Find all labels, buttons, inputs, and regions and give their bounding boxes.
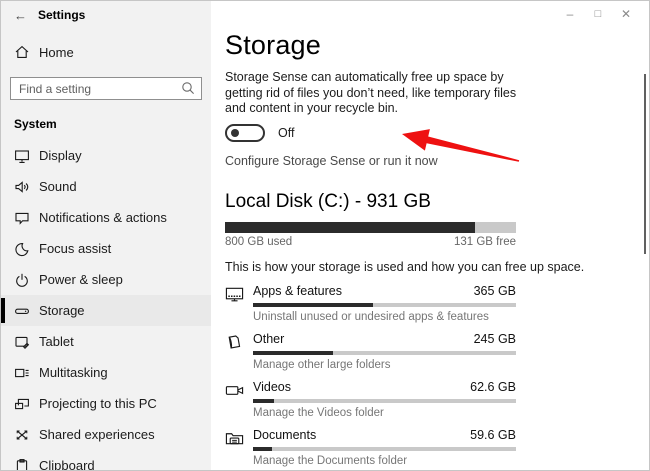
storage-sense-toggle[interactable] (225, 124, 265, 142)
category-row-apps-features[interactable]: Apps & features 365 GB Uninstall unused … (225, 284, 649, 324)
category-size: 245 GB (474, 332, 516, 347)
scrollbar-thumb[interactable] (644, 74, 646, 254)
category-bar (253, 399, 516, 403)
configure-storage-sense-link[interactable]: Configure Storage Sense or run it now (225, 154, 438, 168)
clipboard-icon (14, 458, 30, 471)
close-button[interactable]: ✕ (612, 6, 640, 22)
home-icon (14, 44, 30, 60)
toggle-knob (231, 129, 239, 137)
sidebar-item-home[interactable]: Home (1, 37, 211, 67)
sidebar-item-display[interactable]: Display (1, 140, 211, 171)
maximize-button[interactable]: □ (584, 6, 612, 22)
category-size: 62.6 GB (470, 380, 516, 395)
disk-usage-bar (225, 222, 516, 233)
settings-window: ← Settings Home System (0, 0, 650, 471)
sidebar-item-clipboard[interactable]: Clipboard (1, 450, 211, 471)
sidebar-item-shared-experiences[interactable]: Shared experiences (1, 419, 211, 450)
category-label: Videos (253, 380, 291, 395)
minimize-button[interactable]: – (556, 6, 584, 22)
back-icon[interactable]: ← (14, 8, 38, 23)
sidebar-nav: Display Sound Notifications & actions (1, 140, 211, 471)
category-bar (253, 447, 516, 451)
sidebar-item-tablet[interactable]: Tablet (1, 326, 211, 357)
category-bar (253, 303, 516, 307)
sound-icon (14, 179, 30, 195)
projecting-icon (14, 396, 30, 412)
sidebar-item-projecting[interactable]: Projecting to this PC (1, 388, 211, 419)
page-title: Storage (225, 29, 649, 61)
disk-heading: Local Disk (C:) - 931 GB (225, 189, 649, 214)
usage-intro-text: This is how your storage is used and how… (225, 260, 649, 274)
storage-sense-toggle-row: Off (225, 124, 649, 142)
search-box (10, 77, 202, 100)
search-icon (181, 81, 195, 95)
category-row-videos[interactable]: Videos 62.6 GB Manage the Videos folder (225, 380, 649, 420)
sidebar-item-power-sleep[interactable]: Power & sleep (1, 264, 211, 295)
category-label: Other (253, 332, 284, 347)
category-label: Documents (253, 428, 316, 443)
category-size: 59.6 GB (470, 428, 516, 443)
window-title: Settings (38, 8, 85, 22)
window-controls: – □ ✕ (556, 6, 640, 22)
video-camera-icon (225, 380, 246, 420)
disk-usage-labels: 800 GB used 131 GB free (225, 236, 516, 248)
moon-icon (14, 241, 30, 257)
storage-sense-description: Storage Sense can automatically free up … (225, 70, 529, 117)
sidebar-item-multitasking[interactable]: Multitasking (1, 357, 211, 388)
category-subtitle: Manage the Videos folder (253, 407, 516, 420)
multitasking-icon (14, 365, 30, 381)
disk-usage-bar-fill (225, 222, 475, 233)
category-row-documents[interactable]: Documents 59.6 GB Manage the Documents f… (225, 428, 649, 468)
display-icon (14, 148, 30, 164)
sidebar-item-sound[interactable]: Sound (1, 171, 211, 202)
sidebar-item-storage[interactable]: Storage (1, 295, 211, 326)
main-panel: – □ ✕ Storage Storage Sense can automati… (211, 1, 649, 470)
sidebar-home-label: Home (39, 45, 74, 60)
sidebar-item-focus-assist[interactable]: Focus assist (1, 233, 211, 264)
tablet-icon (14, 334, 30, 350)
shared-experiences-icon (14, 427, 30, 443)
category-subtitle: Uninstall unused or undesired apps & fea… (253, 311, 516, 324)
documents-folder-icon (225, 428, 246, 468)
search-input[interactable] (10, 77, 202, 100)
category-row-other[interactable]: Other 245 GB Manage other large folders (225, 332, 649, 372)
category-list: Apps & features 365 GB Uninstall unused … (225, 284, 649, 471)
power-icon (14, 272, 30, 288)
category-subtitle: Manage other large folders (253, 359, 516, 372)
toggle-state-label: Off (278, 126, 294, 140)
other-folder-icon (225, 332, 246, 372)
titlebar-left: ← Settings (1, 1, 211, 29)
apps-features-icon (225, 284, 246, 324)
category-label: Apps & features (253, 284, 342, 299)
notifications-icon (14, 210, 30, 226)
sidebar-section-system: System (14, 117, 211, 131)
category-size: 365 GB (474, 284, 516, 299)
disk-used-label: 800 GB used (225, 236, 292, 248)
category-bar (253, 351, 516, 355)
category-subtitle: Manage the Documents folder (253, 455, 516, 468)
storage-icon (14, 303, 30, 319)
sidebar: ← Settings Home System (1, 1, 211, 470)
sidebar-item-notifications[interactable]: Notifications & actions (1, 202, 211, 233)
disk-free-label: 131 GB free (454, 236, 516, 248)
